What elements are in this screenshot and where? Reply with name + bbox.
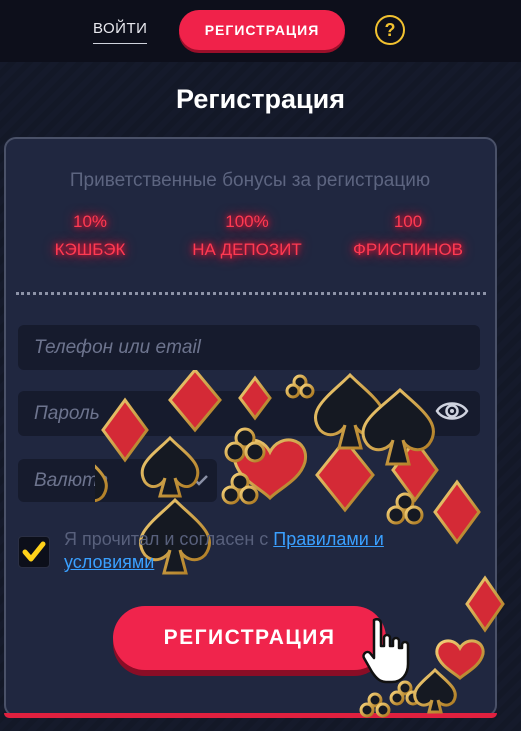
bonus-freespins: 100 ФРИСПИНОВ — [338, 208, 478, 264]
bonus-value: 100% — [225, 212, 269, 231]
bonus-label: НА ДЕПОЗИТ — [192, 240, 302, 259]
contact-input[interactable]: Телефон или email — [18, 325, 480, 370]
bonus-title: Приветственные бонусы за регистрацию — [69, 170, 431, 191]
bonus-label: КЭШБЭК — [54, 240, 126, 259]
bonus-value: 10% — [72, 212, 108, 231]
divider — [16, 292, 486, 295]
bonus-label: ФРИСПИНОВ — [352, 240, 464, 259]
agree-checkbox[interactable] — [18, 536, 50, 568]
hand-cursor-icon — [362, 617, 410, 684]
help-icon[interactable]: ? — [375, 15, 405, 45]
agree-label: Я прочитал и согласен с — [64, 529, 274, 549]
register-submit-button[interactable]: РЕГИСТРАЦИЯ — [113, 606, 386, 670]
page-title: Регистрация — [176, 84, 345, 114]
bonus-deposit: 100% НА ДЕПОЗИТ — [177, 208, 317, 264]
register-tab[interactable]: РЕГИСТРАЦИЯ — [179, 10, 345, 50]
bonus-cashback: 10% КЭШБЭК — [40, 208, 140, 264]
agree-text: Я прочитал и согласен с Правилами и усло… — [64, 528, 464, 574]
login-tab[interactable]: ВОЙТИ — [93, 20, 148, 44]
top-bar: ВОЙТИ РЕГИСТРАЦИЯ ? — [0, 0, 521, 62]
check-icon — [22, 541, 46, 562]
bonus-value: 100 — [393, 212, 423, 231]
